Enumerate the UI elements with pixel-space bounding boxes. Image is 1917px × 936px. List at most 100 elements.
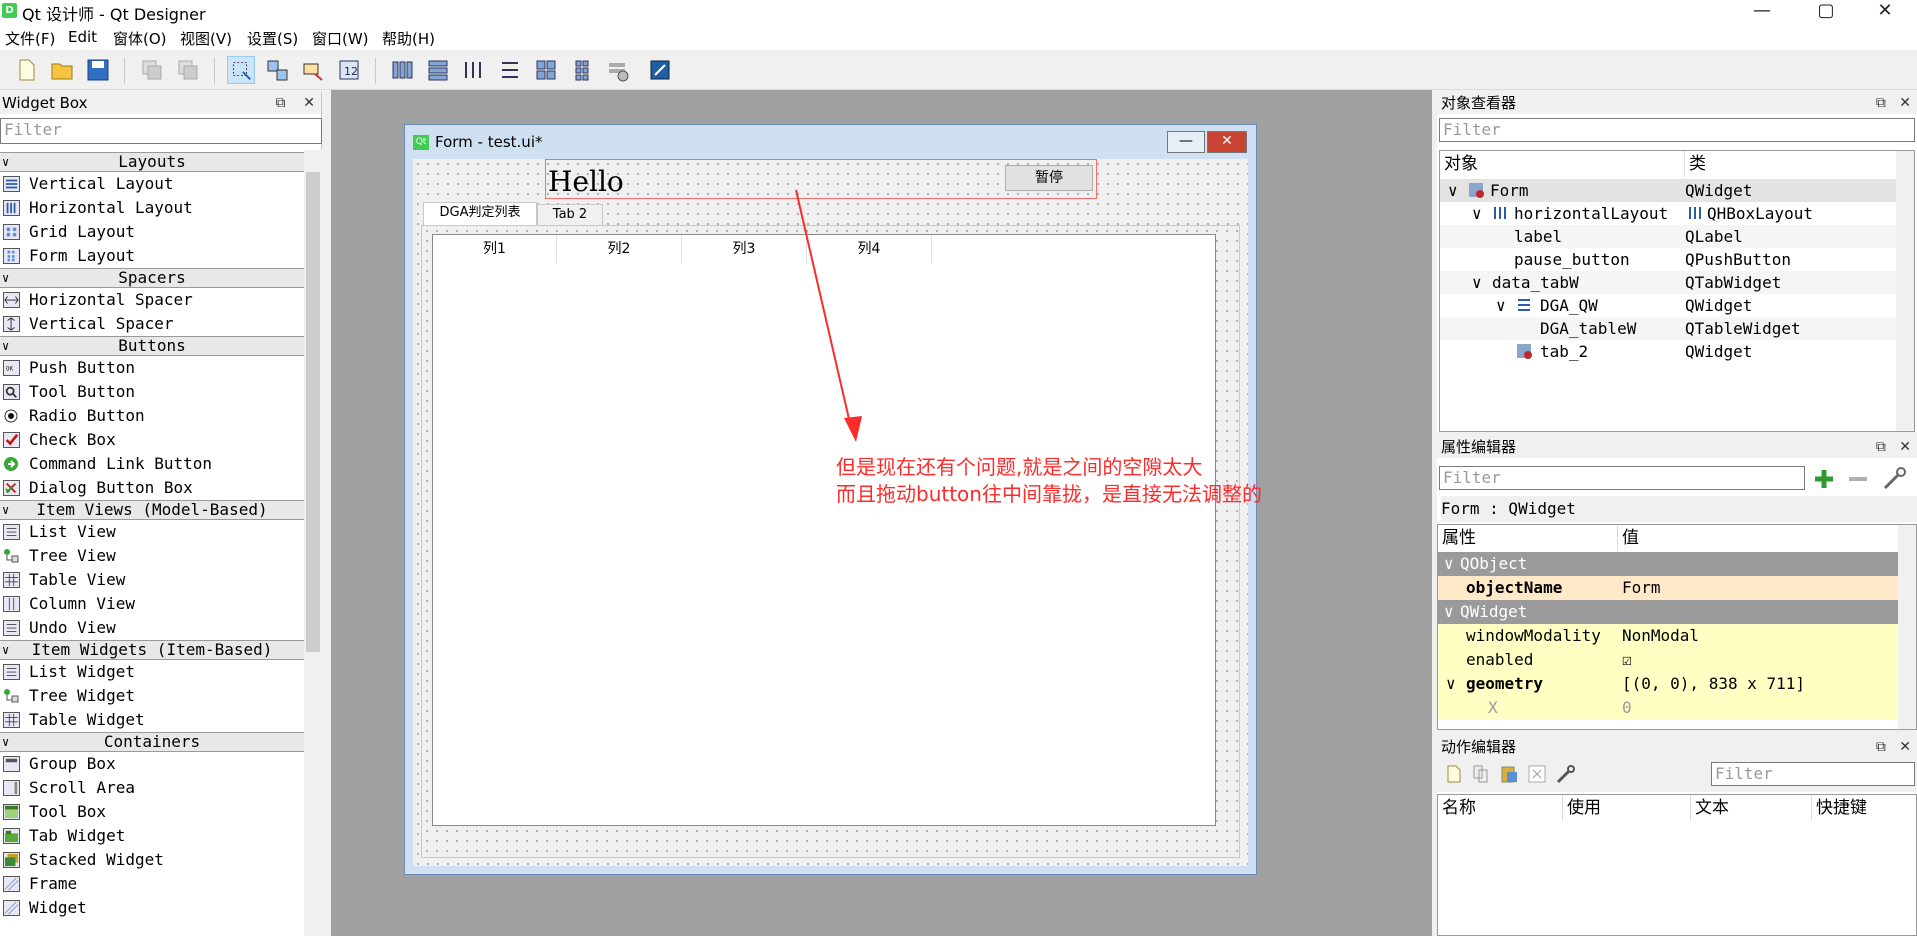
widget-box-filter-input[interactable]: Filter bbox=[0, 118, 322, 144]
widget-item-tool-button[interactable]: Tool Button bbox=[0, 380, 304, 404]
col-class-header[interactable]: 类 bbox=[1685, 151, 1706, 177]
widget-item-form-layout[interactable]: Form Layout bbox=[0, 244, 304, 268]
menu-settings[interactable]: 设置(S) bbox=[247, 28, 298, 49]
col-object-header[interactable]: 对象 bbox=[1440, 151, 1685, 177]
layout-horizontal-icon[interactable] bbox=[388, 56, 416, 84]
column-header-2[interactable]: 列2 bbox=[557, 235, 682, 263]
close-dock-icon[interactable]: ✕ bbox=[1899, 739, 1911, 755]
menu-edit[interactable]: Edit bbox=[68, 28, 97, 46]
widget-item-push-button[interactable]: OK Push Button bbox=[0, 356, 304, 380]
widget-item-scroll-area[interactable]: Scroll Area bbox=[0, 776, 304, 800]
col-used-header[interactable]: 使用 bbox=[1563, 795, 1691, 821]
category-layouts[interactable]: ∨ Layouts bbox=[0, 152, 304, 172]
tree-row-form[interactable]: ∨ Form QWidget bbox=[1440, 179, 1900, 202]
copy-widget-icon[interactable] bbox=[138, 56, 166, 84]
prop-enabled[interactable]: enabled ☑ bbox=[1438, 648, 1898, 672]
widget-item-command-link-button[interactable]: Command Link Button bbox=[0, 452, 304, 476]
save-icon[interactable] bbox=[84, 56, 112, 84]
tree-row-label[interactable]: label QLabel bbox=[1440, 225, 1900, 248]
widget-box-scroll-thumb[interactable] bbox=[306, 172, 320, 652]
layout-vertical-splitter-icon[interactable] bbox=[496, 56, 524, 84]
edit-buddies-icon[interactable] bbox=[299, 56, 327, 84]
tree-row-data-tabw[interactable]: ∨ data_tabW QTabWidget bbox=[1440, 271, 1900, 294]
menu-window[interactable]: 窗口(W) bbox=[312, 28, 369, 49]
minimize-button[interactable]: — bbox=[1739, 0, 1785, 24]
edit-tab-order-icon[interactable]: 12 bbox=[335, 56, 363, 84]
widget-item-list-widget[interactable]: List Widget bbox=[0, 660, 304, 684]
enabled-checkbox[interactable]: ☑ bbox=[1622, 648, 1632, 672]
delete-action-icon[interactable] bbox=[1527, 764, 1547, 784]
hello-label[interactable]: Hello bbox=[548, 165, 624, 198]
widget-item-radio-button[interactable]: Radio Button bbox=[0, 404, 304, 428]
col-value-header[interactable]: 值 bbox=[1618, 525, 1639, 551]
new-action-icon[interactable] bbox=[1445, 764, 1463, 784]
tree-row-horizontal-layout[interactable]: ∨ horizontalLayout QHBoxLayout bbox=[1440, 202, 1900, 225]
float-dock-icon[interactable]: ⧉ bbox=[275, 95, 285, 111]
prop-geometry-x[interactable]: X0 bbox=[1438, 696, 1898, 720]
paste-action-icon[interactable] bbox=[1499, 764, 1519, 784]
layout-grid-icon[interactable] bbox=[532, 56, 560, 84]
layout-form-icon[interactable] bbox=[568, 56, 596, 84]
maximize-button[interactable]: ▢ bbox=[1803, 0, 1849, 24]
close-dock-icon[interactable]: ✕ bbox=[1899, 95, 1911, 111]
widget-item-table-widget[interactable]: Table Widget bbox=[0, 708, 304, 732]
remove-property-icon[interactable] bbox=[1845, 466, 1871, 492]
adjust-size-icon[interactable] bbox=[646, 56, 674, 84]
widget-item-vertical-spacer[interactable]: Vertical Spacer bbox=[0, 312, 304, 336]
menu-view[interactable]: 视图(V) bbox=[180, 28, 232, 49]
tree-row-dga-qw[interactable]: ∨ DGA_QW QWidget bbox=[1440, 294, 1900, 317]
tab-2[interactable]: Tab 2 bbox=[537, 204, 603, 226]
col-name-header[interactable]: 名称 bbox=[1438, 795, 1563, 821]
form-close-button[interactable]: ✕ bbox=[1207, 131, 1247, 153]
close-dock-icon[interactable]: ✕ bbox=[1899, 439, 1911, 455]
layout-horizontal-splitter-icon[interactable] bbox=[460, 56, 488, 84]
property-filter-input[interactable]: Filter bbox=[1439, 466, 1805, 490]
widget-item-stacked-widget[interactable]: Stacked Widget bbox=[0, 848, 304, 872]
category-buttons[interactable]: ∨ Buttons bbox=[0, 336, 304, 356]
configure-wrench-icon[interactable] bbox=[1881, 466, 1909, 492]
edit-signals-icon[interactable] bbox=[263, 56, 291, 84]
close-button[interactable]: ✕ bbox=[1862, 0, 1908, 24]
tree-row-tab-2[interactable]: tab_2 QWidget bbox=[1440, 340, 1900, 363]
widget-item-check-box[interactable]: Check Box bbox=[0, 428, 304, 452]
menu-file[interactable]: 文件(F) bbox=[5, 28, 55, 49]
tab-dga-list[interactable]: DGA判定列表 bbox=[423, 202, 537, 226]
widget-item-tool-box[interactable]: Tool Box bbox=[0, 800, 304, 824]
widget-item-undo-view[interactable]: Undo View bbox=[0, 616, 304, 640]
category-containers[interactable]: ∨ Containers bbox=[0, 732, 304, 752]
widget-item-dialog-button-box[interactable]: Dialog Button Box bbox=[0, 476, 304, 500]
form-minimize-button[interactable]: — bbox=[1167, 131, 1205, 153]
add-dynamic-property-icon[interactable] bbox=[1811, 466, 1837, 492]
widget-item-tab-widget[interactable]: Tab Widget bbox=[0, 824, 304, 848]
pause-button[interactable]: 暂停 bbox=[1005, 165, 1093, 191]
widget-item-horizontal-layout[interactable]: Horizontal Layout bbox=[0, 196, 304, 220]
group-qobject[interactable]: ∨ QObject bbox=[1438, 552, 1898, 576]
category-item-views[interactable]: ∨ Item Views (Model-Based) bbox=[0, 500, 304, 520]
widget-item-grid-layout[interactable]: Grid Layout bbox=[0, 220, 304, 244]
prop-window-modality[interactable]: windowModality NonModal bbox=[1438, 624, 1898, 648]
layout-vertical-icon[interactable] bbox=[424, 56, 452, 84]
open-folder-icon[interactable] bbox=[48, 56, 76, 84]
widget-item-tree-view[interactable]: Tree View bbox=[0, 544, 304, 568]
tree-row-pause-button[interactable]: pause_button QPushButton bbox=[1440, 248, 1900, 271]
action-filter-input[interactable]: Filter bbox=[1711, 762, 1915, 786]
property-table-scrollbar[interactable] bbox=[1898, 525, 1916, 729]
category-item-widgets[interactable]: ∨ Item Widgets (Item-Based) bbox=[0, 640, 304, 660]
float-dock-icon[interactable]: ⧉ bbox=[1876, 739, 1886, 755]
break-layout-icon[interactable] bbox=[604, 56, 632, 84]
edit-widgets-icon[interactable] bbox=[227, 56, 255, 84]
tree-row-dga-tablew[interactable]: DGA_tableW QTableWidget bbox=[1440, 317, 1900, 340]
category-spacers[interactable]: ∨ Spacers bbox=[0, 268, 304, 288]
widget-item-widget[interactable]: Widget bbox=[0, 896, 304, 920]
action-configure-icon[interactable] bbox=[1555, 764, 1577, 784]
paste-widget-icon[interactable] bbox=[174, 56, 202, 84]
prop-object-name[interactable]: objectName Form bbox=[1438, 576, 1898, 600]
prop-geometry[interactable]: ∨ geometry [(0, 0), 838 x 711] bbox=[1438, 672, 1898, 696]
object-tree-scrollbar[interactable] bbox=[1896, 151, 1914, 431]
menu-help[interactable]: 帮助(H) bbox=[382, 28, 435, 49]
col-text-header[interactable]: 文本 bbox=[1691, 795, 1812, 821]
new-file-icon[interactable] bbox=[12, 56, 40, 84]
copy-action-icon[interactable] bbox=[1471, 764, 1491, 784]
close-dock-icon[interactable]: ✕ bbox=[303, 95, 315, 111]
col-property-header[interactable]: 属性 bbox=[1438, 525, 1618, 551]
